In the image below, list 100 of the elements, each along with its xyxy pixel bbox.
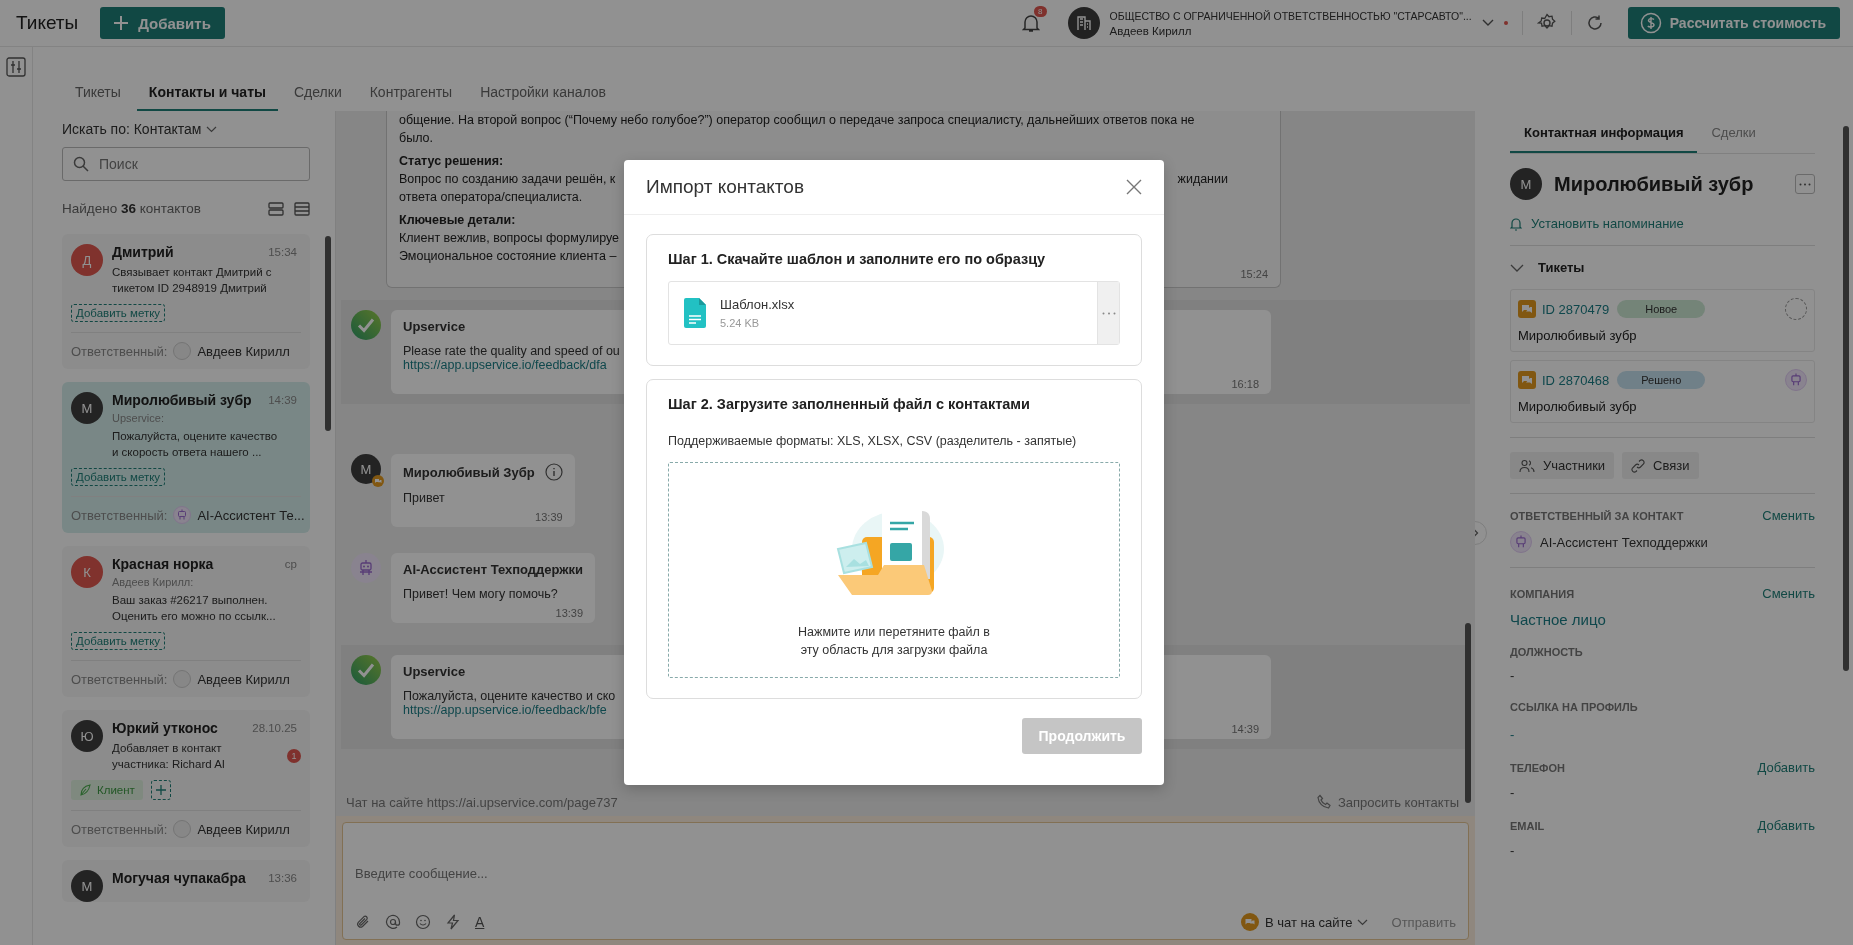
link-icon bbox=[1631, 458, 1646, 473]
sender-name: Авдеев Кирилл: bbox=[112, 576, 195, 588]
checkmark-avatar-icon bbox=[351, 310, 381, 340]
author-name: Миролюбивый Зубр bbox=[403, 464, 535, 480]
tab[interactable]: Контакты и чаты bbox=[136, 84, 278, 111]
attach-icon[interactable] bbox=[355, 914, 371, 930]
mention-icon[interactable] bbox=[385, 914, 401, 930]
contact-avatar: М bbox=[1510, 168, 1542, 200]
message-time: 14:39 bbox=[268, 394, 298, 406]
more-icon bbox=[1101, 311, 1116, 315]
ticket-id-link[interactable]: ID 2870468 bbox=[1542, 372, 1610, 388]
list-view-icon[interactable] bbox=[294, 201, 310, 216]
tab[interactable]: Сделки bbox=[1697, 115, 1770, 153]
scrollbar[interactable] bbox=[1465, 623, 1471, 803]
scrollbar[interactable] bbox=[325, 236, 331, 431]
search-icon bbox=[73, 156, 89, 172]
field-label: EMAIL bbox=[1510, 819, 1545, 832]
add-tag-button[interactable]: Добавить метку bbox=[71, 468, 166, 486]
add-button[interactable]: Добавить bbox=[100, 7, 225, 39]
chevron-down-icon[interactable] bbox=[1481, 19, 1494, 27]
status-badge: Новое bbox=[1617, 300, 1706, 318]
tab[interactable]: Тикеты bbox=[63, 84, 133, 111]
contact-card[interactable]: Д Дмитрий 15:34 Связывает контакт Дмитрий с тикетом ID 2948919 Дмитрий Добавить метку Ответственный: Авдеев Кирилл bbox=[62, 234, 310, 369]
contact-name: Юркий утконос bbox=[112, 720, 218, 736]
field-value[interactable]: - bbox=[1510, 727, 1815, 742]
tab[interactable]: Контактная информация bbox=[1510, 115, 1698, 153]
add-tag-button[interactable]: Добавить метку bbox=[71, 632, 166, 650]
search-by-dropdown[interactable]: Искать по: Контактам bbox=[62, 121, 310, 137]
ticket-card[interactable]: ID 2870479 Новое Миролюбивый зубр bbox=[1510, 289, 1815, 352]
robot-avatar-icon[interactable] bbox=[1785, 369, 1807, 391]
summary-text: Вопрос по созданию задачи решён, к bbox=[399, 171, 616, 188]
contact-card[interactable]: К Красная норка ср Авдеев Кирилл: Ваш заказ #26217 выполнен. Оценить его можно по ссылк... Добавить метку Ответственный: Авдеев Кирилл bbox=[62, 546, 310, 697]
author-name: Upservice bbox=[403, 664, 466, 679]
channel-dropdown[interactable]: В чат на сайте bbox=[1264, 914, 1368, 930]
chat-channel-icon bbox=[1240, 913, 1259, 931]
contact-card[interactable]: Ю Юркий утконос 28.10.25 Добавляет в контакт участника: Richard AI 1 Клиент Ответственный: Авдеев Кирилл bbox=[62, 710, 310, 847]
tickets-section-toggle[interactable]: Тикеты bbox=[1510, 260, 1585, 275]
ticket-id-link[interactable]: ID 2870479 bbox=[1542, 301, 1610, 317]
info-icon[interactable] bbox=[544, 463, 563, 481]
chat-ticket-icon bbox=[1518, 371, 1536, 389]
field-value: AI-Ассистент Техподдержки bbox=[1540, 534, 1708, 550]
set-reminder-link[interactable]: Установить напоминание bbox=[1510, 216, 1815, 231]
contact-name: Миролюбивый зубр bbox=[112, 392, 252, 408]
search-input[interactable]: Поиск bbox=[97, 155, 299, 173]
file-size: 5.24 KB bbox=[720, 317, 761, 329]
field-action-link[interactable]: Сменить bbox=[1762, 508, 1815, 523]
send-button[interactable]: Отправить bbox=[1391, 914, 1456, 930]
text-format-button[interactable]: A bbox=[475, 914, 485, 930]
message-preview: Связывает контакт Дмитрий с тикетом ID 2948919 Дмитрий bbox=[112, 265, 273, 296]
robot-avatar-icon bbox=[1510, 531, 1532, 553]
close-button[interactable] bbox=[1126, 179, 1142, 195]
lightning-icon[interactable] bbox=[445, 914, 461, 930]
building-icon[interactable] bbox=[1067, 7, 1100, 39]
feedback-link[interactable]: https://app.upservice.io/feedback/bfe bbox=[403, 703, 607, 717]
feedback-link[interactable]: https://app.upservice.io/feedback/dfa bbox=[403, 358, 607, 372]
summary-heading: Ключевые детали: bbox=[399, 212, 516, 229]
file-drop-zone[interactable]: Нажмите или перетяните файл в эту область для загрузки файла bbox=[668, 462, 1120, 678]
field-action-link[interactable]: Добавить bbox=[1757, 760, 1815, 775]
tab[interactable]: Настройки каналов bbox=[468, 84, 618, 111]
field-value: - bbox=[1510, 668, 1516, 683]
message-text: Привет! Чем могу помочь? bbox=[403, 587, 558, 601]
summary-text: Эмоциональное состояние клиента – bbox=[399, 248, 617, 265]
contact-name: Могучая чупакабра bbox=[112, 870, 246, 886]
template-file[interactable]: Шаблон.xlsx 5.24 KB bbox=[668, 281, 1120, 345]
tag: Клиент bbox=[71, 780, 143, 800]
emoji-icon[interactable] bbox=[415, 914, 431, 930]
contact-card[interactable]: М Могучая чупакабра 13:36 bbox=[62, 860, 310, 902]
search-field[interactable]: Поиск bbox=[62, 147, 310, 181]
summary-text: Клиент вежлив, вопросы формулируе bbox=[399, 230, 620, 247]
participants-button[interactable]: Участники bbox=[1510, 452, 1615, 479]
field-action-link[interactable]: Сменить bbox=[1762, 586, 1815, 601]
refresh-icon[interactable] bbox=[1585, 14, 1604, 32]
add-tag-button[interactable]: Добавить метку bbox=[71, 304, 166, 322]
field-action-link[interactable]: Добавить bbox=[1757, 818, 1815, 833]
bell-icon[interactable] bbox=[1021, 13, 1040, 33]
add-tag-button[interactable] bbox=[150, 780, 171, 800]
scrollbar[interactable] bbox=[1843, 126, 1849, 671]
contact-card[interactable]: М Миролюбивый зубр 14:39 Upservice: Пожалуйста, оцените качество и скорость ответа нашего ... Добавить метку Ответственный: AI-Ассистент Те... bbox=[62, 382, 310, 533]
compact-view-icon[interactable] bbox=[268, 201, 284, 216]
field-label: ДОЛЖНОСТЬ bbox=[1510, 646, 1583, 658]
message-preview: Ваш заказ #26217 выполнен. Оценить его можно по ссылк... bbox=[112, 593, 277, 624]
contact-name: Красная норка bbox=[112, 556, 214, 572]
tab[interactable]: Сделки bbox=[282, 84, 354, 111]
chevron-down-icon bbox=[1356, 918, 1368, 926]
calculate-cost-button[interactable]: Рассчитать стоимость bbox=[1627, 7, 1840, 39]
request-contacts-button[interactable]: Запросить контакты bbox=[1315, 794, 1459, 810]
message-time: 13:39 bbox=[535, 511, 563, 523]
ticket-card[interactable]: ID 2870468 Решено Миролюбивый зубр bbox=[1510, 360, 1815, 423]
field-value: - bbox=[1510, 785, 1516, 800]
message-preview: Добавляет в контакт участника: Richard AI bbox=[112, 741, 227, 772]
summary-text: ответа оператора/специалиста. bbox=[399, 189, 583, 206]
links-button[interactable]: Связи bbox=[1622, 452, 1699, 479]
unread-badge: 1 bbox=[287, 749, 301, 763]
message-time: 13:39 bbox=[555, 607, 584, 619]
message-field[interactable]: Введите сообщение... A В чат на сайте Отправить bbox=[342, 822, 1469, 940]
message-text: Please rate the quality and speed of ou bbox=[403, 344, 620, 358]
filter-sliders-icon[interactable] bbox=[6, 57, 26, 77]
field-label: ТЕЛЕФОН bbox=[1510, 761, 1565, 774]
company-link[interactable]: Частное лицо bbox=[1510, 611, 1815, 628]
tab[interactable]: Контрагенты bbox=[357, 84, 465, 111]
